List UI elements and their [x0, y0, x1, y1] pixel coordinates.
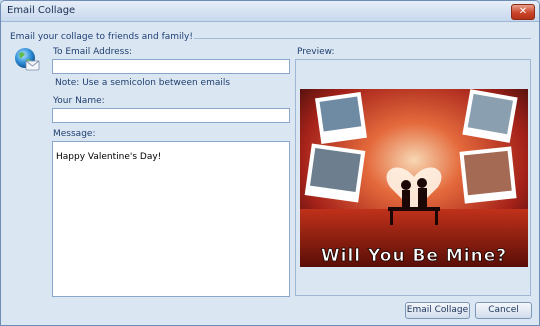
title-bar: Email Collage ✕: [1, 1, 539, 22]
globe-email-icon: [15, 48, 40, 71]
photo-mid-left: [304, 143, 366, 203]
email-collage-dialog: Email Collage ✕ Email your collage to fr…: [0, 0, 540, 326]
your-name-label: Your Name:: [53, 96, 105, 106]
message-textarea[interactable]: Happy Valentine's Day!: [52, 141, 290, 297]
preview-label: Preview:: [297, 47, 335, 57]
message-label: Message:: [53, 129, 96, 139]
preview-panel: Will You Be Mine?: [295, 59, 531, 296]
collage-preview-image: Will You Be Mine?: [300, 89, 528, 267]
photo-mid-right: [459, 146, 517, 204]
header-row: Email your collage to friends and family…: [10, 32, 531, 44]
photo-top-right: [462, 89, 518, 143]
to-email-label: To Email Address:: [53, 47, 133, 57]
collage-caption: Will You Be Mine?: [321, 246, 507, 266]
header-text: Email your collage to friends and family…: [10, 32, 193, 42]
dialog-body: Email your collage to friends and family…: [1, 22, 539, 325]
close-icon: ✕: [518, 6, 528, 17]
email-collage-button[interactable]: Email Collage: [405, 302, 470, 319]
cancel-button[interactable]: Cancel: [475, 302, 532, 319]
to-email-input[interactable]: [52, 59, 290, 74]
photo-top-left: [315, 92, 367, 144]
window-title: Email Collage: [7, 5, 76, 16]
your-name-input[interactable]: [52, 108, 290, 123]
close-button[interactable]: ✕: [511, 4, 535, 20]
header-divider: [194, 38, 531, 39]
semicolon-note: Note: Use a semicolon between emails: [55, 78, 231, 88]
